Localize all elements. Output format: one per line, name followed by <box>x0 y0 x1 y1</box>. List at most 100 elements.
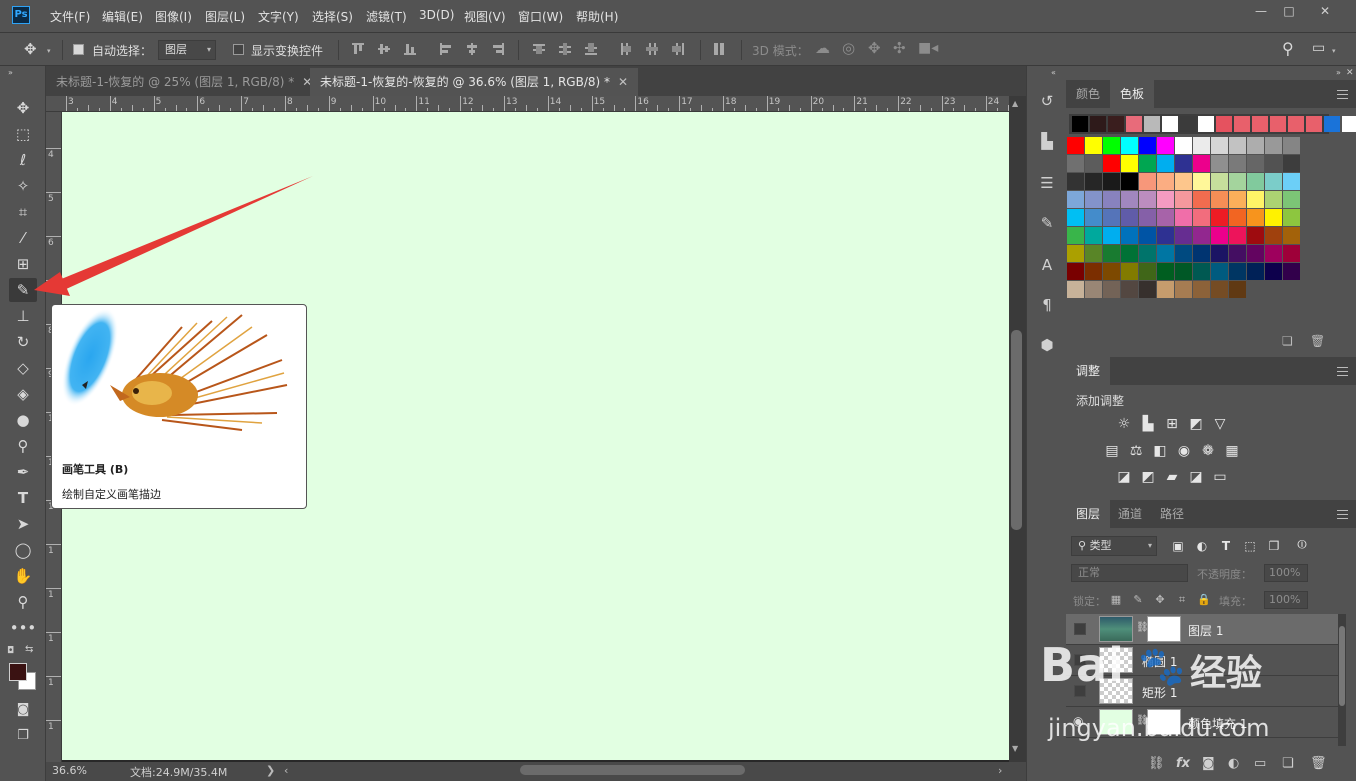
posterize-icon[interactable]: ◩ <box>1140 469 1156 485</box>
histogram-panel-icon[interactable]: ▙ <box>1036 130 1058 152</box>
scroll-up-icon[interactable]: ▲ <box>1012 99 1018 108</box>
zoom-level[interactable]: 36.6% <box>52 764 87 777</box>
fill-field[interactable]: 100% <box>1264 591 1308 609</box>
brightness-contrast-icon[interactable]: ☼ <box>1116 416 1132 432</box>
color-swatch[interactable] <box>1265 191 1282 208</box>
color-swatch[interactable] <box>1211 209 1228 226</box>
collapse-right-icon[interactable]: » <box>1336 68 1341 77</box>
recent-swatch[interactable] <box>1090 116 1106 132</box>
color-swatch[interactable] <box>1121 155 1138 172</box>
color-swatch[interactable] <box>1193 209 1210 226</box>
color-balance-icon[interactable]: ⚖ <box>1128 443 1144 459</box>
color-swatch[interactable] <box>1139 281 1156 298</box>
color-swatch[interactable] <box>1085 209 1102 226</box>
threshold-icon[interactable]: ▰ <box>1164 469 1180 485</box>
tab-color[interactable]: 颜色 <box>1066 80 1110 108</box>
character-panel-icon[interactable]: A <box>1036 254 1058 276</box>
filter-pixel-icon[interactable]: ▣ <box>1170 538 1186 554</box>
color-swatch[interactable] <box>1265 209 1282 226</box>
recent-swatch[interactable] <box>1288 116 1304 132</box>
new-layer-icon[interactable]: ❏ <box>1282 756 1294 771</box>
color-swatch[interactable] <box>1103 245 1120 262</box>
levels-icon[interactable]: ▙ <box>1140 416 1156 432</box>
color-swatch[interactable] <box>1103 137 1120 154</box>
color-swatch[interactable] <box>1247 173 1264 190</box>
collapse-panels-icon[interactable]: « <box>1051 68 1056 77</box>
color-swatch[interactable] <box>1283 245 1300 262</box>
color-swatch[interactable] <box>1175 245 1192 262</box>
new-adjustment-layer-icon[interactable]: ◐ <box>1228 756 1239 771</box>
color-swatch[interactable] <box>1157 209 1174 226</box>
color-swatch[interactable] <box>1211 137 1228 154</box>
color-swatch[interactable] <box>1175 173 1192 190</box>
color-swatch[interactable] <box>1247 137 1264 154</box>
color-swatch[interactable] <box>1229 263 1246 280</box>
recent-swatch[interactable] <box>1198 116 1214 132</box>
color-swatch[interactable] <box>1283 137 1300 154</box>
color-swatch[interactable] <box>1067 137 1084 154</box>
tab-channels[interactable]: 通道 <box>1108 500 1152 528</box>
filter-adjustment-icon[interactable]: ◐ <box>1194 538 1210 554</box>
lock-transparent-icon[interactable]: ▦ <box>1108 592 1124 608</box>
vertical-scrollbar-thumb[interactable] <box>1011 330 1022 530</box>
color-swatch[interactable] <box>1103 209 1120 226</box>
panel-menu-icon[interactable] <box>1337 367 1348 376</box>
color-swatch[interactable] <box>1067 281 1084 298</box>
selective-color-icon[interactable]: ◪ <box>1188 469 1204 485</box>
panel-menu-icon[interactable] <box>1337 90 1348 99</box>
photo-filter-icon[interactable]: ◉ <box>1176 443 1192 459</box>
color-swatch[interactable] <box>1157 137 1174 154</box>
color-swatch[interactable] <box>1211 191 1228 208</box>
color-swatch[interactable] <box>1121 263 1138 280</box>
color-swatch[interactable] <box>1247 245 1264 262</box>
color-swatch[interactable] <box>1175 191 1192 208</box>
blend-mode-dropdown[interactable]: 正常 <box>1071 564 1188 582</box>
scroll-right-icon[interactable]: › <box>998 764 1002 777</box>
color-swatch[interactable] <box>1193 173 1210 190</box>
recent-swatch[interactable] <box>1072 116 1088 132</box>
color-swatch[interactable] <box>1157 263 1174 280</box>
color-swatch[interactable] <box>1283 209 1300 226</box>
tab-swatches[interactable]: 色板 <box>1110 80 1155 108</box>
color-swatch[interactable] <box>1247 263 1264 280</box>
brush-settings-icon[interactable]: ✎ <box>1036 212 1058 234</box>
color-swatch[interactable] <box>1103 227 1120 244</box>
color-swatch[interactable] <box>1067 209 1084 226</box>
color-swatch[interactable] <box>1085 191 1102 208</box>
color-swatch[interactable] <box>1103 191 1120 208</box>
lock-image-icon[interactable]: ✎ <box>1130 592 1146 608</box>
recent-swatch[interactable] <box>1234 116 1250 132</box>
close-panel-icon[interactable]: ✕ <box>1346 68 1354 78</box>
color-swatch[interactable] <box>1157 227 1174 244</box>
color-swatch[interactable] <box>1085 263 1102 280</box>
color-swatch[interactable] <box>1193 155 1210 172</box>
color-swatch[interactable] <box>1103 173 1120 190</box>
color-swatch[interactable] <box>1247 227 1264 244</box>
color-swatch[interactable] <box>1175 155 1192 172</box>
color-swatch[interactable] <box>1085 155 1102 172</box>
opacity-field[interactable]: 100% <box>1264 564 1308 582</box>
color-swatch[interactable] <box>1085 281 1102 298</box>
trash-icon[interactable]: 🗑 <box>1310 334 1325 348</box>
scroll-left-icon[interactable]: ‹ <box>284 764 288 777</box>
color-swatch[interactable] <box>1229 173 1246 190</box>
color-swatch[interactable] <box>1085 227 1102 244</box>
lock-all-icon[interactable]: 🔒 <box>1196 592 1212 608</box>
black-white-icon[interactable]: ◧ <box>1152 443 1168 459</box>
3d-panel-icon[interactable]: ⬢ <box>1036 334 1058 356</box>
scroll-down-icon[interactable]: ▼ <box>1012 744 1018 753</box>
color-swatch[interactable] <box>1211 173 1228 190</box>
layer-filter-dropdown[interactable]: ⚲ 类型 ▾ <box>1071 536 1157 556</box>
color-swatch[interactable] <box>1121 173 1138 190</box>
color-swatch[interactable] <box>1175 281 1192 298</box>
color-swatch[interactable] <box>1193 245 1210 262</box>
invert-icon[interactable]: ◪ <box>1116 469 1132 485</box>
color-swatch[interactable] <box>1265 137 1282 154</box>
color-swatch[interactable] <box>1157 281 1174 298</box>
filter-toggle-icon[interactable]: ⏼ <box>1294 536 1310 552</box>
gradient-map-icon[interactable]: ▭ <box>1212 469 1228 485</box>
color-swatch[interactable] <box>1139 155 1156 172</box>
color-swatch[interactable] <box>1193 281 1210 298</box>
color-swatch[interactable] <box>1103 155 1120 172</box>
color-swatch[interactable] <box>1211 227 1228 244</box>
